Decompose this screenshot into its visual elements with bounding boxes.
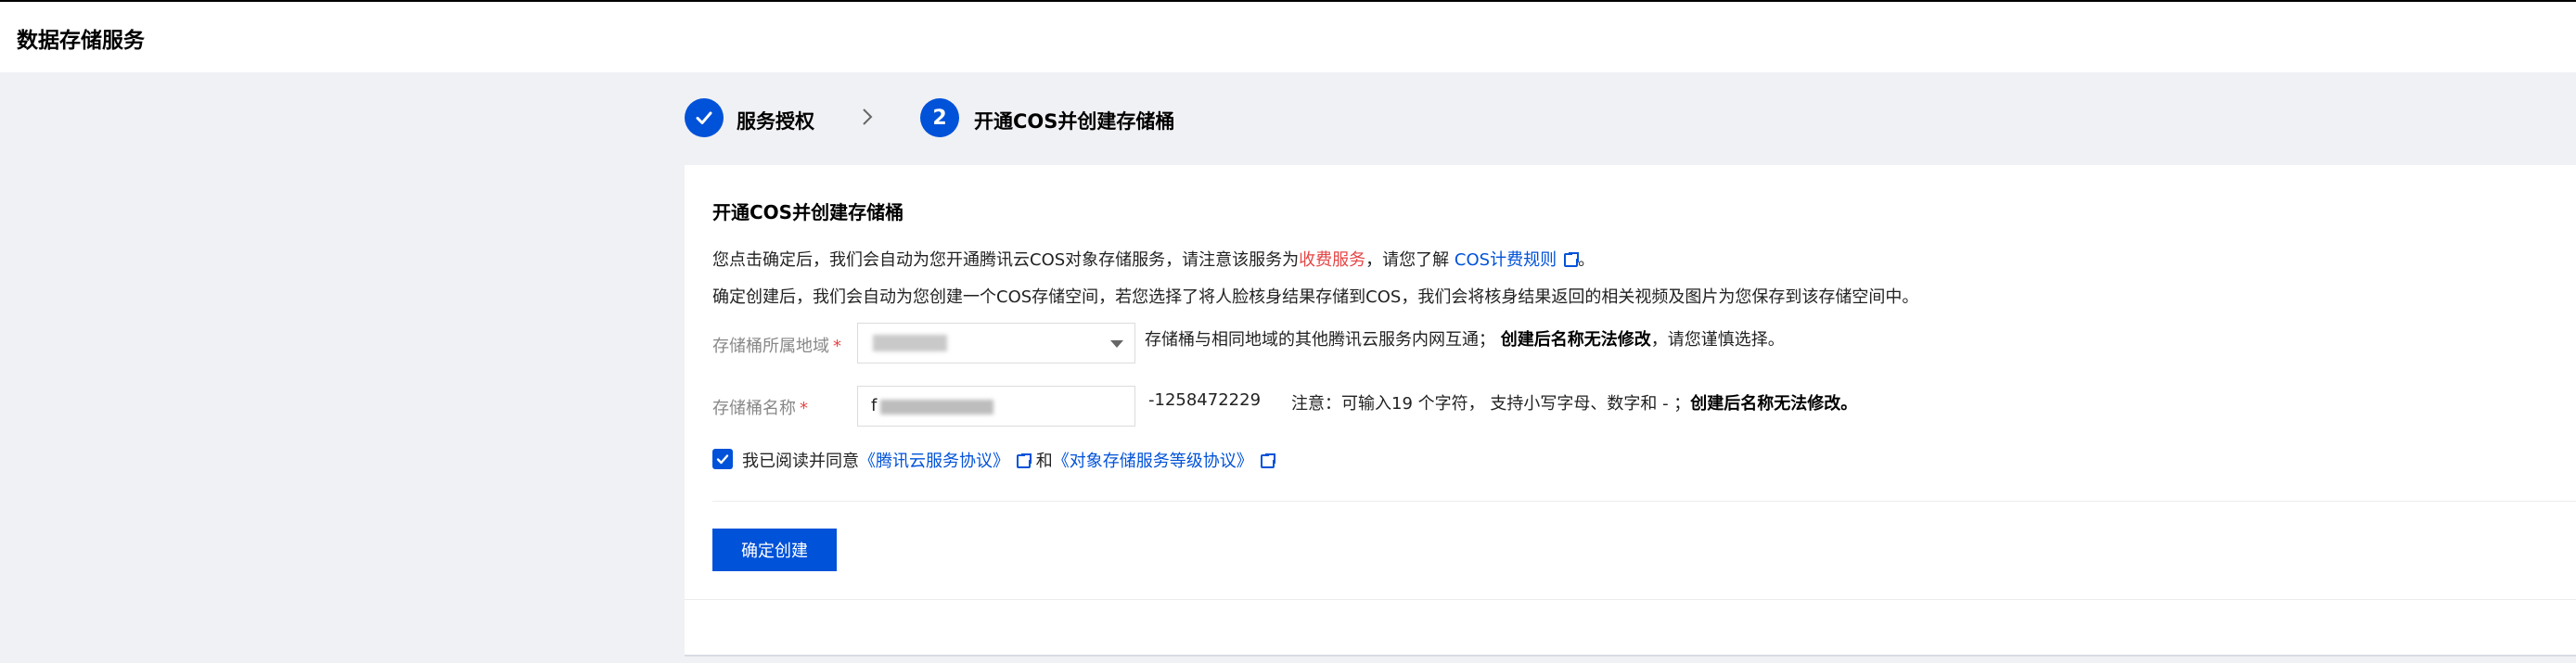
agree-checkbox[interactable]: [712, 449, 733, 469]
divider: [712, 501, 2576, 502]
bucket-name-value: f: [871, 396, 878, 415]
cos-sla-link[interactable]: 《对象存储服务等级协议》: [1053, 452, 1276, 471]
stepper: 服务授权 2 开通COS并创建存储桶: [685, 98, 1427, 139]
region-note: 存储桶与相同地域的其他腾讯云服务内网互通； 创建后名称无法修改，请您谨慎选择。: [1145, 330, 1785, 350]
bucket-name-redacted: [880, 400, 993, 414]
step-2-label: 开通COS并创建存储桶: [974, 110, 1175, 133]
confirm-create-button[interactable]: 确定创建: [712, 529, 837, 571]
footer-divider: [685, 599, 2576, 600]
region-label: 存储桶所属地域 *: [712, 337, 841, 356]
description-line-1: 您点击确定后，我们会自动为您开通腾讯云COS对象存储服务，请注意该服务为收费服务…: [712, 247, 1595, 271]
page-title: 数据存储服务: [17, 29, 145, 53]
bucket-name-input[interactable]: f: [857, 386, 1135, 427]
bucket-name-label: 存储桶名称 *: [712, 399, 808, 418]
tencent-cloud-agreement-link[interactable]: 《腾讯云服务协议》: [859, 452, 1032, 471]
agreement-text: 我已阅读并同意《腾讯云服务协议》 和《对象存储服务等级协议》: [742, 448, 1276, 472]
step-1-label: 服务授权: [737, 110, 814, 133]
external-link-icon: [1564, 251, 1581, 267]
region-select[interactable]: [857, 323, 1135, 363]
check-icon: [716, 454, 729, 465]
desc1-mid-text: ，请您了解: [1365, 250, 1450, 270]
desc1-text: 您点击确定后，我们会自动为您开通腾讯云COS对象存储服务，请注意该服务为: [712, 250, 1300, 270]
external-link-icon: [1017, 453, 1032, 468]
bucket-name-suffix: -1258472229: [1148, 390, 1262, 410]
region-value-redacted: [873, 335, 947, 351]
create-bucket-card: 开通COS并创建存储桶 您点击确定后，我们会自动为您开通腾讯云COS对象存储服务…: [685, 165, 2576, 657]
chevron-right-icon: [861, 106, 874, 134]
paid-service-text: 收费服务: [1299, 250, 1366, 270]
step-1-check-icon: [685, 98, 724, 137]
cos-billing-link[interactable]: COS计费规则: [1455, 250, 1581, 270]
caret-down-icon: [1110, 340, 1123, 348]
bucket-name-note: 注意：可输入19 个字符， 支持小写字母、数字和 - ；创建后名称无法修改。: [1291, 394, 1858, 414]
desc1-end-text: 。: [1578, 250, 1596, 270]
step-2-number: 2: [920, 98, 959, 137]
page-header: 数据存储服务: [0, 2, 2576, 72]
card-title: 开通COS并创建存储桶: [712, 201, 904, 223]
check-icon: [696, 111, 712, 124]
external-link-icon: [1260, 453, 1276, 468]
description-line-2: 确定创建后，我们会自动为您创建一个COS存储空间，若您选择了将人脸核身结果存储到…: [712, 287, 1919, 307]
